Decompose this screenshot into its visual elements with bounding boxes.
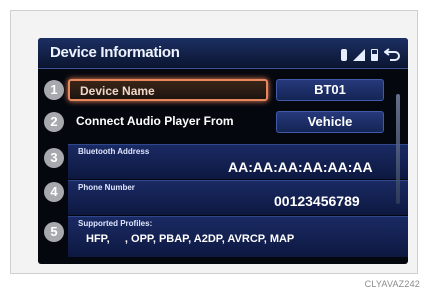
item-number-4: 4 [44, 182, 64, 202]
phone-number-label: Phone Number [78, 183, 135, 192]
back-icon[interactable] [384, 47, 400, 61]
bluetooth-icon [341, 49, 347, 61]
page-title: Device Information [50, 44, 180, 61]
connect-audio-player-button[interactable]: Vehicle [276, 111, 384, 133]
item-number-5: 5 [44, 222, 64, 242]
device-info-screen: Device Information 1 Device Name BT01 2 … [38, 38, 408, 264]
item-number-1: 1 [44, 80, 64, 100]
scrollbar[interactable] [396, 94, 400, 204]
device-name-label: Device Name [80, 84, 155, 98]
battery-icon [371, 49, 378, 61]
device-name-value[interactable]: BT01 [276, 79, 384, 101]
bluetooth-address-value: AA:AA:AA:AA:AA:AA [228, 159, 373, 175]
status-icons [341, 45, 400, 61]
phone-number-value: 00123456789 [274, 193, 360, 209]
connect-audio-player-row: Connect Audio Player From [68, 111, 268, 133]
device-name-button[interactable]: Device Name [68, 79, 268, 101]
bluetooth-address-label: Bluetooth Address [78, 147, 150, 156]
supported-profiles-value: HFP, , OPP, PBAP, A2DP, AVRCP, MAP [86, 233, 295, 245]
title-bar: Device Information [38, 38, 408, 69]
item-number-2: 2 [44, 112, 64, 132]
supported-profiles-label: Supported Profiles: [78, 219, 153, 228]
connect-audio-label: Connect Audio Player From [76, 114, 234, 128]
image-code-caption: CLYAVAZ242 [364, 279, 420, 289]
signal-icon [353, 49, 365, 61]
item-number-3: 3 [44, 148, 64, 168]
